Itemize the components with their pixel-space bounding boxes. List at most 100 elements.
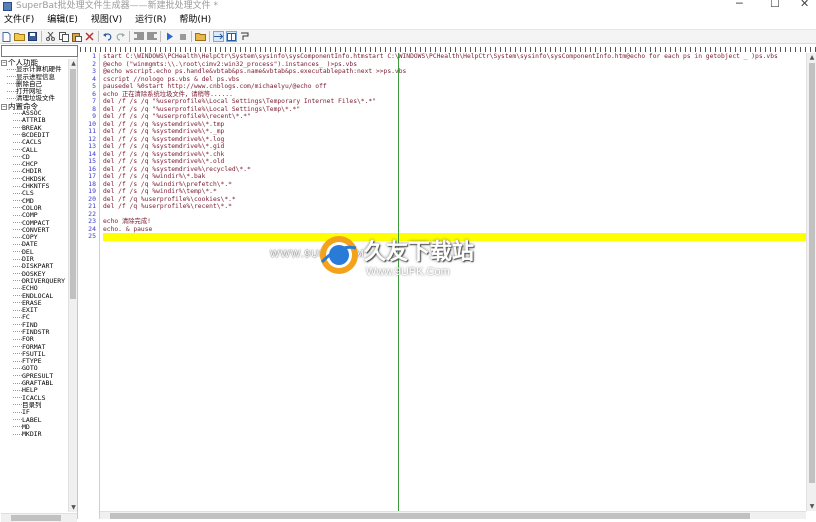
editor-horizontal-scrollbar[interactable] [100,511,806,519]
toolbar-separator [129,31,130,42]
collapse-icon[interactable]: − [1,103,7,110]
tree-horizontal-scrollbar[interactable] [1,513,77,522]
code-line[interactable]: del /f /q %userprofile%\recent\*.* [103,203,808,211]
tree-item[interactable]: CLS [1,190,68,197]
code-area[interactable]: start C:\WINDOWS\PCHealth\HelpCtr\System… [103,53,808,519]
code-line[interactable]: @echo ("winmgmts:\\.\root\cimv2:win32_pr… [103,61,808,69]
code-line[interactable]: del /f /q %userprofile%\cookies\*.* [103,196,808,204]
tree-item[interactable]: MKDIR [1,430,68,438]
collapse-icon[interactable]: − [1,60,7,66]
command-panel: − 个人功能 显示计算机硬件 显示进程信息 删除自己 打开网址 清理垃圾文件 − 内置命令 ASS… [0,45,78,522]
menu-edit[interactable]: 编辑(E) [47,13,78,28]
menu-file[interactable]: 文件(F) [4,13,34,28]
code-line[interactable]: start C:\WINDOWS\PCHealth\HelpCtr\System… [103,53,808,61]
tree-item[interactable]: CHKNTFS [1,182,68,190]
folder-icon[interactable] [195,31,206,42]
tree-connector [13,367,22,369]
editor-vertical-scrollbar[interactable]: ▲ ▼ [806,53,816,511]
scroll-thumb[interactable] [110,513,750,519]
open-file-icon[interactable] [14,31,25,42]
line-number-gutter: 1 2 3 4 5 6 7 8 9 10 11 12 13 14 15 16 17 18 19 20 21 22 23 24 2… [80,52,98,519]
tree-connector [7,83,16,85]
menu-view[interactable]: 视图(V) [91,13,122,28]
scroll-thumb[interactable] [11,515,61,521]
tree-item[interactable]: DEL [1,248,68,256]
code-line[interactable]: cscript //nologo ps.vbs & del ps.vbs [103,76,808,84]
maximize-button[interactable]: ☐ [770,0,780,10]
tree-item[interactable]: FINDSTR [1,328,68,336]
cut-icon[interactable] [45,31,56,42]
close-button[interactable]: ✕ [800,0,809,10]
tree-connector [13,389,22,391]
code-line[interactable]: @echo wscript.echo ps.handle&vbtab&ps.na… [103,68,808,76]
menu-help[interactable]: 帮助(H) [179,13,211,28]
code-line[interactable]: del /f /s /q %systemdrive%\*.gid [103,143,808,151]
tree-connector [13,156,22,158]
redo-icon[interactable] [115,31,126,42]
save-icon[interactable] [27,31,38,42]
wrap-icon[interactable] [213,31,224,42]
scroll-up-icon[interactable]: ▲ [69,59,78,68]
tree-item[interactable]: CALL [1,146,68,154]
code-line[interactable]: del /f /s /q "%userprofile%\Local Settin… [103,98,808,106]
new-file-icon[interactable] [1,31,12,42]
scroll-thumb[interactable] [809,63,815,483]
scroll-down-icon[interactable]: ▼ [807,502,816,511]
code-line[interactable]: del /f /s /q %windir%\prefetch\*.* [103,181,808,189]
tree-connector [13,324,22,326]
tree-connector [13,229,22,231]
code-line[interactable]: del /f /s /q %systemdrive%\*.chk [103,151,808,159]
command-search-input[interactable] [1,45,78,57]
code-line[interactable]: del /f /s /q "%userprofile%\recent\*.*" [103,113,808,121]
code-line[interactable] [103,233,808,241]
columns-icon[interactable] [226,31,237,42]
code-line[interactable]: del /f /s /q %windir%\*.bak [103,173,808,181]
code-line[interactable]: del /f /s /q %systemdrive%\*.old [103,158,808,166]
copy-icon[interactable] [58,31,69,42]
code-line[interactable]: echo 正在清除系统垃圾文件，请稍等...... [103,91,808,99]
paste-icon[interactable] [71,31,82,42]
menu-run[interactable]: 运行(R) [135,13,166,28]
run-icon[interactable] [164,31,175,42]
column-ruler [80,45,816,53]
title-bar: SuperBat批处理文件生成器——新建批处理文件 * ─ ☐ ✕ [0,0,816,12]
tree-connector [7,97,16,99]
gutter-divider [99,53,100,519]
tree-connector [13,316,22,318]
tree-connector [13,134,22,136]
tree-vertical-scrollbar[interactable]: ▲ ▼ [68,59,77,512]
code-editor[interactable]: 1 2 3 4 5 6 7 8 9 10 11 12 13 14 15 16 17 18 19 20 21 22 23 24 2… [80,45,816,519]
minimize-button[interactable]: ─ [736,0,743,10]
code-line[interactable]: del /f /s /q %systemdrive%\*._mp [103,128,808,136]
toolbar-separator [98,31,99,42]
command-tree[interactable]: − 个人功能 显示计算机硬件 显示进程信息 删除自己 打开网址 清理垃圾文件 − 内置命令 ASS… [1,59,68,512]
column-guide-line [398,53,399,519]
code-line[interactable] [103,211,808,219]
scroll-up-icon[interactable]: ▲ [807,53,816,62]
indent-icon[interactable] [133,31,144,42]
scroll-down-icon[interactable]: ▼ [69,503,78,512]
code-line[interactable]: pausedel %0start http://www.cnblogs.com/… [103,83,808,91]
stop-icon[interactable] [177,31,188,42]
code-line[interactable]: del /f /s /q %systemdrive%\*.tmp [103,121,808,129]
tree-connector [13,251,22,253]
toolbar-separator [209,31,210,42]
tree-item[interactable]: DATE [1,241,68,248]
code-line[interactable]: del /f /s /q %windir%\temp\*.* [103,188,808,196]
tree-item[interactable]: EXIT [1,306,68,314]
outdent-icon[interactable] [146,31,157,42]
split-icon[interactable] [239,31,250,42]
code-line[interactable]: del /f /s /q %systemdrive%\recycled\*.* [103,166,808,174]
code-line[interactable]: del /f /s /q %systemdrive%\*.log [103,136,808,144]
tree-connector [13,149,22,151]
code-line[interactable]: echo 清除完成! [103,218,808,226]
undo-icon[interactable] [102,31,113,42]
tree-item[interactable]: LABEL [1,416,68,424]
tree-item[interactable]: 目录列 [1,401,68,409]
scroll-thumb[interactable] [70,69,76,299]
code-line[interactable]: echo. & pause [103,226,808,234]
tree-connector [13,426,22,428]
delete-icon[interactable] [84,31,95,42]
tree-connector [13,338,22,340]
code-line[interactable]: del /f /s /q "%userprofile%\Local Settin… [103,106,808,114]
